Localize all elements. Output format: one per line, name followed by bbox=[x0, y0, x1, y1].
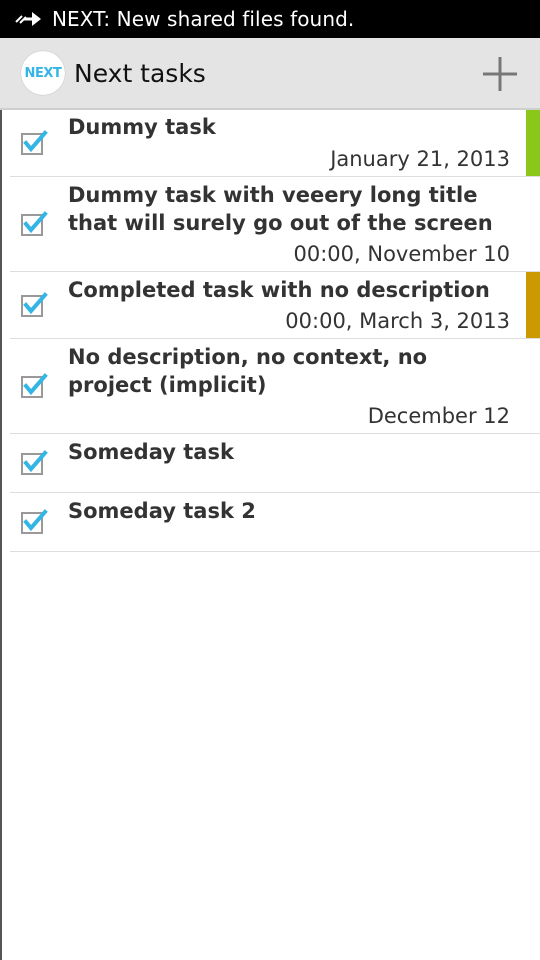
task-title: Dummy task bbox=[68, 115, 216, 139]
task-date: January 21, 2013 bbox=[330, 147, 510, 171]
status-bar: NEXT: New shared files found. bbox=[0, 0, 540, 38]
task-row[interactable]: Dummy task with veeery long title that w… bbox=[10, 177, 540, 272]
checkbox-checked-icon[interactable] bbox=[20, 449, 48, 477]
task-date: 00:00, March 3, 2013 bbox=[285, 309, 510, 333]
checkbox-checked-icon[interactable] bbox=[20, 291, 48, 319]
task-row[interactable]: Someday task bbox=[10, 434, 540, 493]
task-title: Dummy task with veeery long title that w… bbox=[68, 183, 493, 235]
plus-icon[interactable] bbox=[480, 54, 520, 94]
checkbox-checked-icon[interactable] bbox=[20, 210, 48, 238]
action-bar: NEXT Next tasks bbox=[0, 38, 540, 110]
checkbox-checked-icon[interactable] bbox=[20, 129, 48, 157]
page-title: Next tasks bbox=[74, 58, 206, 88]
task-title: Completed task with no description bbox=[68, 278, 490, 302]
app-logo[interactable]: NEXT bbox=[21, 51, 65, 95]
task-title: Someday task bbox=[68, 440, 234, 464]
forward-arrow-icon bbox=[15, 12, 41, 26]
task-title: Someday task 2 bbox=[68, 499, 256, 523]
task-list[interactable]: Dummy task January 21, 2013 Dummy task w… bbox=[0, 110, 540, 960]
task-row[interactable]: Someday task 2 bbox=[10, 493, 540, 552]
task-row[interactable]: Dummy task January 21, 2013 bbox=[10, 110, 540, 177]
notification-text: NEXT: New shared files found. bbox=[52, 7, 355, 31]
context-color-bar bbox=[526, 110, 540, 176]
task-title: No description, no context, no project (… bbox=[68, 345, 428, 397]
checkbox-checked-icon[interactable] bbox=[20, 508, 48, 536]
task-date: 00:00, November 10 bbox=[293, 242, 510, 266]
checkbox-checked-icon[interactable] bbox=[20, 372, 48, 400]
task-row[interactable]: Completed task with no description 00:00… bbox=[10, 272, 540, 339]
task-row[interactable]: No description, no context, no project (… bbox=[10, 339, 540, 434]
context-color-bar bbox=[526, 272, 540, 338]
task-date: December 12 bbox=[367, 404, 510, 428]
